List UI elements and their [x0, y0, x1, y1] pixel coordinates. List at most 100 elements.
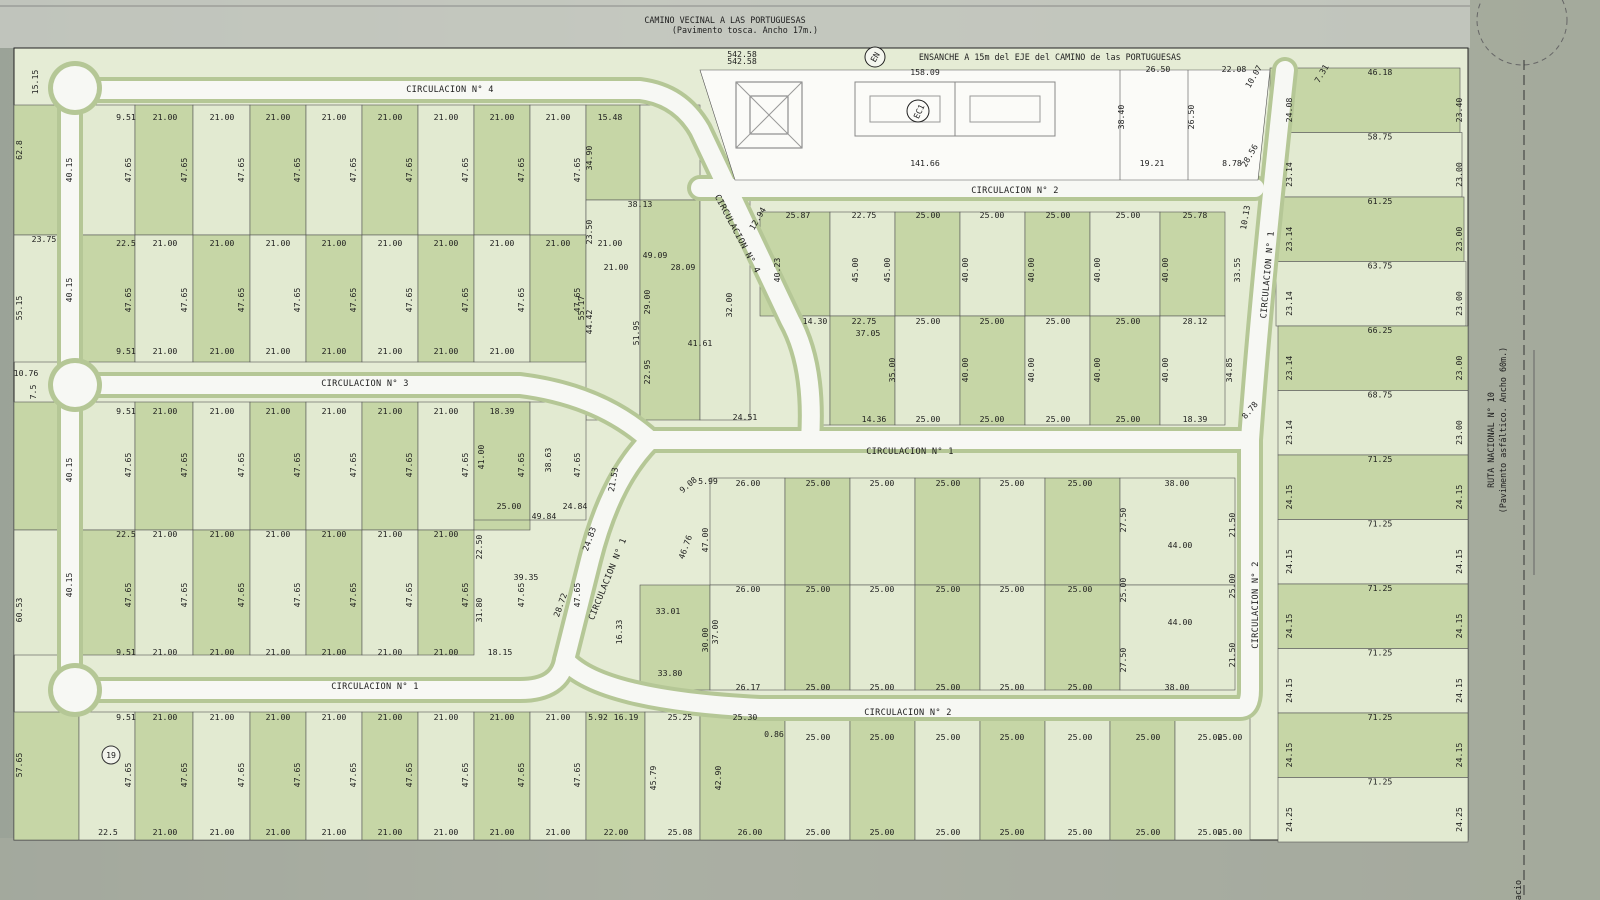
- lot-width-label: 21.00: [153, 529, 178, 539]
- ruta-nacional-note: (Pavimento asfáltico. Ancho 60m.): [1498, 347, 1508, 513]
- reserve-area: [699, 69, 1271, 181]
- lot-width-label: 21.00: [490, 238, 515, 248]
- lot-depth-label: 47.65: [236, 583, 246, 608]
- lot-width-label: 25.00: [980, 316, 1005, 326]
- lot-depth-label: 47.65: [348, 158, 358, 183]
- east-lot-depth: 23.00: [1454, 227, 1464, 252]
- ne-lot-depth: 40.23: [772, 258, 782, 283]
- east-lot-depth: 23.14: [1284, 291, 1294, 316]
- lot-width-label: 18.39: [1183, 414, 1208, 424]
- east-lot-width: 58.75: [1368, 132, 1393, 142]
- lot-width-label: 26.17: [736, 682, 761, 692]
- street-c2: CIRCULACION N° 2: [971, 186, 1059, 196]
- center-side-dimension: 44.00: [1168, 617, 1193, 627]
- street-c3: CIRCULACION N° 3: [321, 379, 409, 389]
- east-lot-width: 71.25: [1368, 712, 1393, 722]
- lot-depth-label: 47.65: [572, 583, 582, 608]
- subdivision-plan: 9.51 21.00 21.00 21.00 21.00 21.00 21.00 21.00 2…: [0, 0, 1600, 900]
- lot-width-label: 25.00: [1046, 414, 1071, 424]
- misc-dimension: 19.21: [1140, 158, 1165, 168]
- street-c1: CIRCULACION N° 1: [331, 682, 419, 692]
- east-lot: [1277, 777, 1469, 843]
- misc-dimension: 22.50: [474, 535, 484, 560]
- lot-depth-label: 47.65: [123, 583, 133, 608]
- ne-lot-depth: 35.00: [887, 358, 897, 383]
- lot-width-label: 21.00: [378, 406, 403, 416]
- lot-width-label: 25.30: [733, 712, 758, 722]
- lot-width-label: 21.00: [322, 712, 347, 722]
- lot-width-label: 25.00: [1116, 414, 1141, 424]
- cul-de-sac: [53, 363, 97, 407]
- lot-width-label: 25.00: [806, 584, 831, 594]
- east-lot-width: 71.25: [1368, 519, 1393, 529]
- lot-depth-label: 47.65: [123, 158, 133, 183]
- east-lot-depth: 24.25: [1454, 807, 1464, 832]
- misc-dimension: 51.95: [631, 321, 641, 346]
- lot-width-label: 21.00: [210, 647, 235, 657]
- lot-width-label: 25.00: [806, 682, 831, 692]
- cul-de-sac: [53, 66, 97, 110]
- lot-width-label: 21.00: [322, 406, 347, 416]
- east-lot-depth: 24.08: [1284, 98, 1294, 123]
- lot-width-label: 21.00: [546, 712, 571, 722]
- lot-depth-label: 47.65: [348, 288, 358, 313]
- lot-depth-label: 47.65: [460, 583, 470, 608]
- lot-width-label: 18.15: [488, 647, 513, 657]
- lot-depth-label: 47.65: [460, 288, 470, 313]
- misc-dimension: 60.53: [14, 598, 24, 623]
- facility-dim-bottom: 141.66: [910, 158, 940, 168]
- lot-width-label: 25.00: [1000, 827, 1025, 837]
- lot-width-label: 21.00: [210, 712, 235, 722]
- lot: [849, 584, 916, 691]
- lot-width-label: 25.00: [916, 414, 941, 424]
- misc-dimension: 62.8: [14, 140, 24, 160]
- lot-width-label: 25.25: [668, 712, 693, 722]
- east-lot-depth: 23.14: [1284, 227, 1294, 252]
- misc-dimension: 49.09: [643, 250, 668, 260]
- lot-width-label: 21.00: [434, 647, 459, 657]
- lot: [709, 477, 786, 586]
- east-lot-width: 71.25: [1368, 648, 1393, 658]
- lot-width-label: 25.00: [1218, 732, 1243, 742]
- lot-depth-label: 47.65: [292, 583, 302, 608]
- lot-width-label: 21.00: [153, 112, 178, 122]
- east-lot: [1275, 261, 1467, 327]
- center-side-dimension: 21.50: [1227, 643, 1237, 668]
- misc-dimension: 21.00: [604, 262, 629, 272]
- lot-width-label: 25.00: [1116, 210, 1141, 220]
- lot-width-label: 21.00: [210, 827, 235, 837]
- lot-width-label: 25.00: [870, 732, 895, 742]
- lot-width-label: 21.00: [322, 827, 347, 837]
- lot-width-label: 25.00: [870, 827, 895, 837]
- lot: [1044, 477, 1121, 586]
- lot-depth-label: 47.65: [292, 158, 302, 183]
- lot-width-label: 25.00: [1000, 584, 1025, 594]
- lot-width-label: 25.00: [1068, 584, 1093, 594]
- lot-width-label: 21.00: [378, 346, 403, 356]
- lot-depth-label: 47.65: [292, 453, 302, 478]
- lot-width-label: 21.00: [266, 406, 291, 416]
- lot-depth-label: 47.65: [404, 453, 414, 478]
- misc-dimension: 25.00: [497, 501, 522, 511]
- ruta-nacional-label: RUTA NACIONAL N° 10: [1486, 392, 1496, 488]
- lot-width-label: 9.51: [116, 647, 136, 657]
- lot-depth-label: 47.65: [572, 453, 582, 478]
- misc-dimension: 34.90: [584, 146, 594, 171]
- east-lot-depth: 23.00: [1454, 420, 1464, 445]
- east-lot-width: 63.75: [1368, 261, 1393, 271]
- east-lot-width: 46.18: [1368, 67, 1393, 77]
- east-lot-width: 71.25: [1368, 454, 1393, 464]
- lot-width-label: 22.5: [116, 238, 136, 248]
- lot-width-label: 21.00: [490, 346, 515, 356]
- lot-width-label: 9.51: [116, 406, 136, 416]
- misc-dimension: 24.51: [733, 412, 758, 422]
- lot-depth-label: 47.65: [404, 763, 414, 788]
- lot-width-label: 21.00: [266, 529, 291, 539]
- misc-dimension: 41.61: [688, 338, 713, 348]
- misc-dimension: 49.84: [532, 511, 557, 521]
- misc-dimension: 16.33: [614, 620, 624, 645]
- lot-width-label: 21.00: [378, 712, 403, 722]
- lot: [1119, 584, 1236, 691]
- lot-depth-label: 47.65: [516, 763, 526, 788]
- misc-dimension: 39.35: [514, 572, 539, 582]
